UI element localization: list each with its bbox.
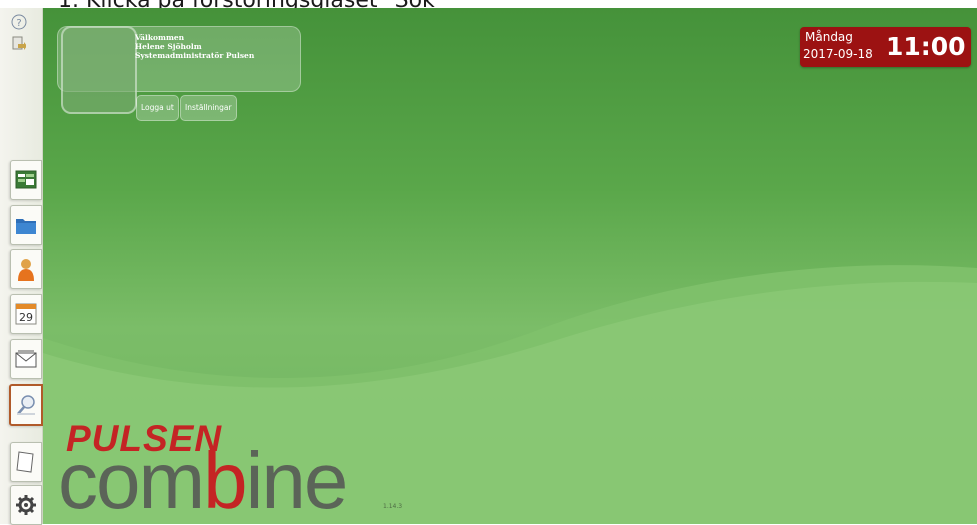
sidebar-item-person[interactable] <box>10 249 42 289</box>
document-icon[interactable] <box>9 34 29 54</box>
clock-widget: Måndag 2017-09-18 11:00 <box>800 27 971 67</box>
calendar-day-label: 29 <box>19 311 33 324</box>
product-logo-prefix: com <box>58 436 205 524</box>
user-name: Helene Sjöholm <box>135 42 202 51</box>
logout-button[interactable]: Logga ut <box>136 95 179 121</box>
version-label: 1.14.3 <box>383 503 403 510</box>
product-logo-suffix: ine <box>245 436 349 524</box>
sidebar-item-mail[interactable] <box>10 339 42 379</box>
avatar <box>61 26 137 114</box>
sidebar-item-notes[interactable] <box>10 442 42 482</box>
dashboard-icon <box>15 170 37 189</box>
clock-date: 2017-09-18 <box>803 47 873 61</box>
user-role: Systemadministratör Pulsen <box>135 51 255 60</box>
sidebar-item-settings[interactable] <box>10 485 42 525</box>
sidebar-item-search[interactable] <box>9 384 43 426</box>
person-icon <box>18 259 34 281</box>
product-logo: combine <box>58 436 349 524</box>
gear-icon <box>16 495 36 515</box>
svg-text:?: ? <box>16 18 21 29</box>
welcome-greeting: Välkommen <box>135 33 185 42</box>
folder-icon <box>16 219 36 234</box>
sidebar: ? 29 <box>0 8 43 525</box>
product-logo-highlight: b <box>203 436 247 524</box>
settings-button[interactable]: Inställningar <box>180 95 237 121</box>
calendar-icon: 29 <box>15 303 37 325</box>
magnifier-icon <box>17 395 35 415</box>
clock-day: Måndag <box>805 30 853 44</box>
sidebar-item-folder[interactable] <box>10 205 42 245</box>
sidebar-item-overview[interactable] <box>10 160 42 200</box>
envelope-icon <box>15 350 37 368</box>
welcome-text: Välkommen Helene Sjöholm Systemadministr… <box>135 33 254 60</box>
notepad-icon <box>16 451 34 473</box>
sidebar-item-calendar[interactable]: 29 <box>10 294 42 334</box>
desktop-area: Välkommen Helene Sjöholm Systemadministr… <box>43 8 977 524</box>
help-icon[interactable]: ? <box>9 12 29 32</box>
clock-time: 11:00 <box>886 32 966 61</box>
